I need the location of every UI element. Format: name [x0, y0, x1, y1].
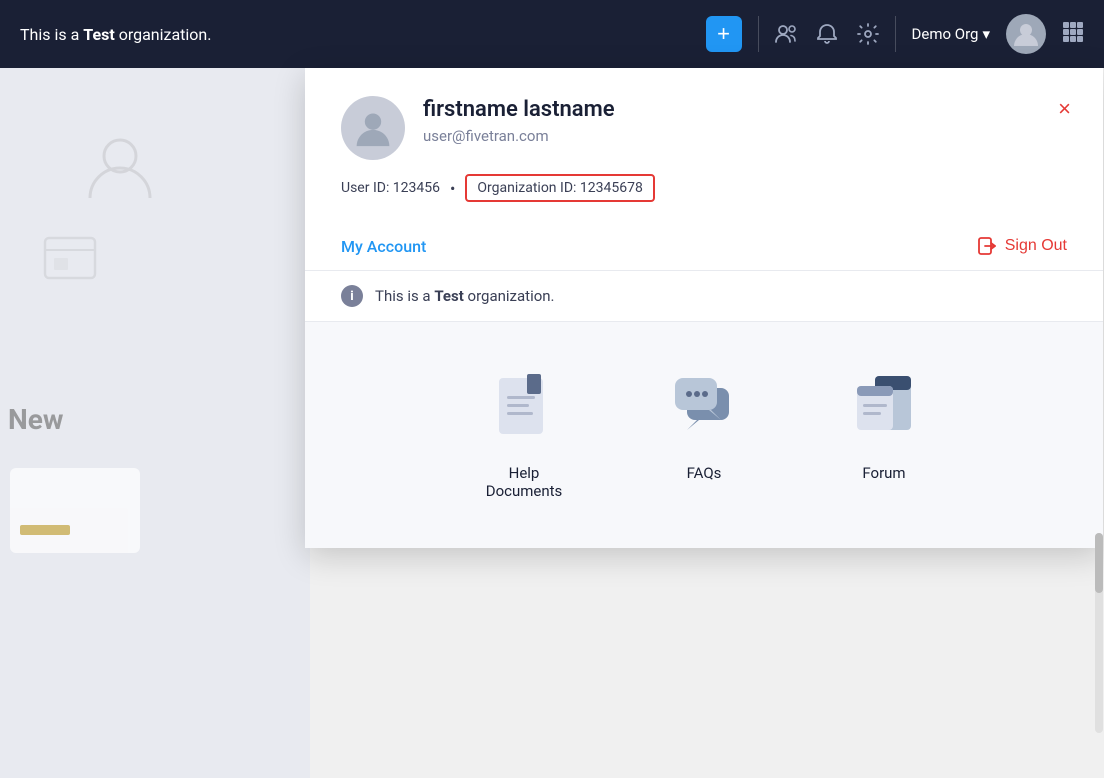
scrollbar-thumb	[1095, 533, 1103, 593]
forum-label: Forum	[862, 464, 905, 482]
forum-icon	[839, 358, 929, 448]
help-section: HelpDocuments FAQs	[305, 322, 1103, 548]
user-name: firstname lastname	[423, 96, 1067, 125]
scrollbar[interactable]	[1095, 533, 1103, 733]
test-org-text: This is a Test organization.	[375, 287, 555, 305]
navbar-brand: This is a Test organization.	[20, 25, 690, 44]
faqs-icon-wrapper	[654, 358, 754, 448]
help-documents-item[interactable]: HelpDocuments	[474, 358, 574, 500]
add-button[interactable]: +	[706, 16, 742, 52]
org-name: Demo Org	[912, 25, 979, 43]
navbar: This is a Test organization. +	[0, 0, 1104, 68]
forum-icon-wrapper	[834, 358, 934, 448]
org-id-box: Organization ID: 12345678	[465, 174, 654, 202]
user-ids-row: User ID: 123456 • Organization ID: 12345…	[341, 174, 1067, 202]
chevron-down-icon: ▾	[982, 25, 990, 43]
my-account-link[interactable]: My Account	[341, 237, 426, 256]
user-dropdown-panel: firstname lastname user@fivetran.com Use…	[305, 68, 1103, 548]
user-avatar	[341, 96, 405, 160]
navbar-icons	[775, 23, 879, 45]
user-id-label: User ID: 123456	[341, 180, 440, 196]
background-sidebar: New	[0, 68, 310, 778]
org-selector[interactable]: Demo Org ▾	[912, 25, 990, 43]
user-details: firstname lastname user@fivetran.com	[423, 96, 1067, 145]
dot-separator: •	[450, 179, 455, 198]
forum-item[interactable]: Forum	[834, 358, 934, 500]
faqs-label: FAQs	[687, 464, 722, 482]
close-button[interactable]: ×	[1054, 92, 1075, 126]
user-avatar-button[interactable]	[1006, 14, 1046, 54]
bell-icon[interactable]	[817, 23, 837, 45]
help-documents-label: HelpDocuments	[486, 464, 563, 500]
people-icon[interactable]	[775, 24, 797, 44]
info-icon: i	[341, 285, 363, 307]
sign-out-button[interactable]: Sign Out	[977, 236, 1067, 256]
account-actions: My Account Sign Out	[305, 222, 1103, 271]
background-card	[10, 468, 140, 553]
help-documents-icon-wrapper	[474, 358, 574, 448]
navbar-divider	[758, 16, 759, 52]
sign-out-icon	[977, 236, 997, 256]
faqs-icon	[659, 358, 749, 448]
navbar-divider-2	[895, 16, 896, 52]
user-info-section: firstname lastname user@fivetran.com Use…	[305, 68, 1103, 222]
user-email: user@fivetran.com	[423, 127, 1067, 145]
test-org-notice: i This is a Test organization.	[305, 271, 1103, 322]
grid-icon[interactable]	[1062, 21, 1084, 48]
gear-icon[interactable]	[857, 23, 879, 45]
user-header: firstname lastname user@fivetran.com	[341, 96, 1067, 160]
help-docs-icon	[479, 358, 569, 448]
background-new-label: New	[8, 403, 63, 436]
faqs-item[interactable]: FAQs	[654, 358, 754, 500]
sign-out-label: Sign Out	[1005, 237, 1067, 255]
